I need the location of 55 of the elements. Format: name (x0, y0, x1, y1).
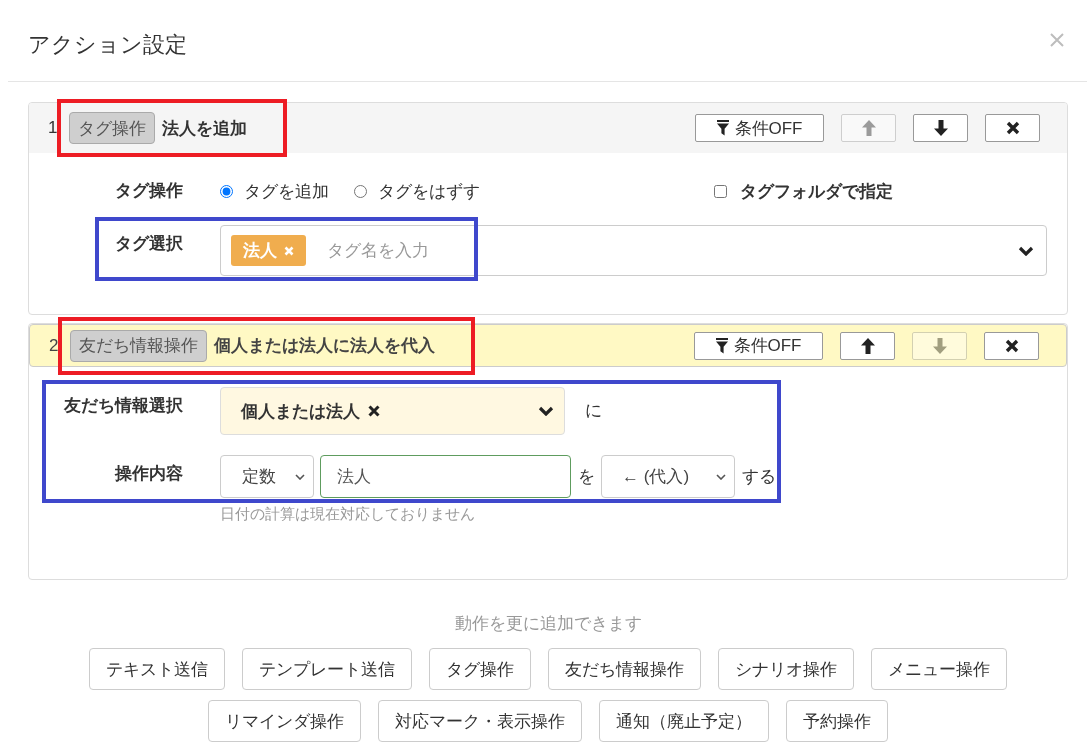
connector-text: を (578, 466, 595, 488)
radio-button[interactable] (220, 184, 233, 198)
chevron-down-icon[interactable] (716, 473, 726, 480)
add-action-button[interactable]: テキスト送信 (89, 648, 225, 690)
add-action-button[interactable]: リマインダ操作 (208, 700, 361, 742)
action-type-badge: 友だち情報操作 (70, 329, 208, 362)
move-up-button[interactable] (840, 331, 895, 360)
add-action-button[interactable]: 予約操作 (786, 700, 888, 742)
field-label: タグ操作 (115, 180, 183, 202)
condition-button[interactable]: 条件OFF (694, 331, 823, 360)
checkbox[interactable] (714, 184, 727, 198)
add-action-button[interactable]: 通知（廃止予定） (599, 700, 769, 742)
funnel-icon (715, 337, 728, 354)
chevron-down-icon[interactable] (1018, 245, 1034, 256)
action-title: 法人を追加 (162, 117, 248, 140)
connector-text: に (585, 400, 602, 422)
chevron-down-icon[interactable] (295, 473, 305, 480)
down-arrow-icon (932, 337, 947, 354)
add-action-button[interactable]: タグ操作 (429, 648, 531, 690)
condition-button[interactable]: 条件OFF (695, 114, 824, 142)
radio-label[interactable]: タグを追加 (244, 179, 329, 203)
connector-text: する (742, 466, 776, 488)
clear-icon[interactable] (368, 405, 380, 417)
action-number: 1 (48, 118, 58, 138)
action-number: 2 (49, 335, 59, 356)
add-more-hint: 動作を更に追加できます (454, 613, 642, 635)
friend-info-select[interactable]: 個人または法人 (220, 387, 565, 435)
move-down-button[interactable] (913, 114, 968, 142)
radio-label[interactable]: タグをはずす (378, 179, 480, 203)
add-action-button[interactable]: シナリオ操作 (718, 648, 854, 690)
value-input[interactable]: 法人 (320, 455, 571, 498)
funnel-icon (716, 120, 729, 136)
help-text: 日付の計算は現在対応しておりません (220, 505, 475, 522)
add-action-button[interactable]: テンプレート送信 (242, 648, 412, 690)
action-type-badge: タグ操作 (69, 112, 156, 144)
delete-button[interactable] (984, 331, 1039, 360)
up-arrow-icon (860, 337, 875, 354)
dialog-title: アクション設定 (28, 30, 187, 59)
chevron-down-icon[interactable] (538, 406, 554, 416)
checkbox-label[interactable]: タグフォルダで指定 (740, 179, 893, 203)
delete-icon (1004, 338, 1019, 353)
operator-select[interactable]: ← (代入) (601, 455, 735, 498)
field-label: 友だち情報選択 (64, 395, 183, 417)
up-arrow-icon (861, 120, 876, 136)
radio-button[interactable] (354, 184, 367, 198)
delete-button[interactable] (985, 114, 1040, 142)
down-arrow-icon (933, 120, 948, 136)
source-select[interactable]: 定数 (220, 455, 314, 498)
action-title: 個人または法人に法人を代入 (214, 335, 436, 357)
field-label: 操作内容 (115, 463, 183, 485)
add-action-button[interactable]: 対応マーク・表示操作 (378, 700, 582, 742)
add-action-button[interactable]: 友だち情報操作 (548, 648, 701, 690)
field-label: タグ選択 (115, 233, 183, 255)
delete-icon (1005, 121, 1020, 135)
add-action-button[interactable]: メニュー操作 (871, 648, 1007, 690)
